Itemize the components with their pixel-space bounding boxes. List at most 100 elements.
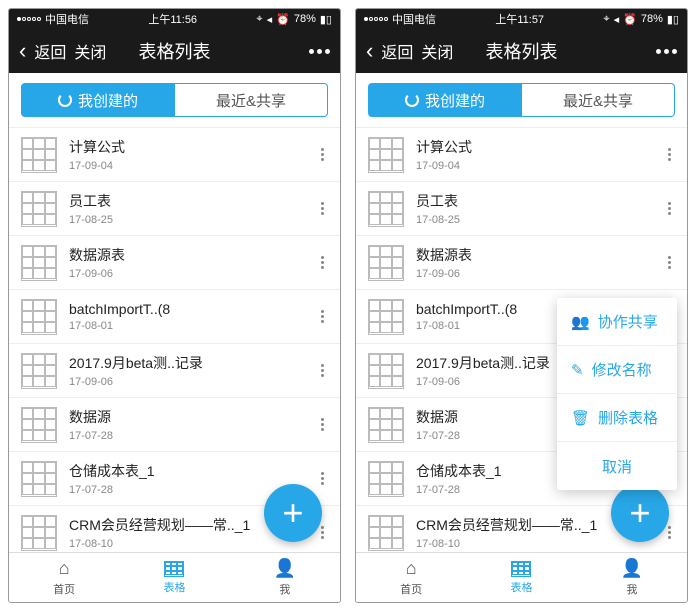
item-title: 数据源 (69, 407, 305, 427)
tab-my-created[interactable]: 我创建的 (368, 83, 522, 117)
close-button[interactable]: 关闭 (421, 39, 453, 63)
status-right: ⌖ ◂ ⏰ 78% ▮▯ (256, 13, 332, 26)
tab-tables[interactable]: 表格 (466, 553, 576, 602)
popup-label: 删除表格 (598, 407, 658, 428)
list-item[interactable]: 数据源 17-07-28 (9, 398, 340, 452)
table-icon (368, 407, 404, 443)
tab-recent-shared[interactable]: 最近&共享 (522, 83, 675, 117)
item-more-icon[interactable] (664, 252, 675, 273)
status-left: 中国电信 (17, 11, 89, 27)
item-more-icon[interactable] (317, 306, 328, 327)
table-icon (21, 461, 57, 497)
popup-item[interactable]: 取消 (557, 442, 677, 490)
home-icon: ⌂ (406, 558, 417, 579)
list-item[interactable]: 计算公式17-09-04 (356, 128, 687, 182)
item-more-icon[interactable] (317, 198, 328, 219)
clock: 上午11:56 (148, 11, 197, 27)
bottom-bar: ⌂ 首页 表格 👤 我 (9, 552, 340, 602)
bottom-bar: ⌂ 首页 表格 👤 我 (356, 552, 687, 602)
tab-tables[interactable]: 表格 (119, 553, 229, 602)
item-more-icon[interactable] (317, 360, 328, 381)
table-icon (368, 137, 404, 173)
more-icon[interactable] (656, 49, 677, 54)
close-button[interactable]: 关闭 (74, 39, 106, 63)
item-date: 17-08-25 (69, 214, 305, 226)
location-icon: ⌖ (603, 13, 609, 26)
table-icon (21, 299, 57, 335)
popup-item[interactable]: 🗑 删除表格 (557, 394, 677, 442)
item-date: 17-09-04 (69, 160, 305, 172)
item-more-icon[interactable] (317, 144, 328, 165)
table-icon (21, 407, 57, 443)
list-item[interactable]: 数据源表 17-09-06 (9, 236, 340, 290)
alarm-icon: ⏰ (623, 13, 637, 26)
tab-me[interactable]: 👤 我 (577, 553, 687, 602)
item-more-icon[interactable] (664, 144, 675, 165)
item-title: 仓储成本表_1 (69, 461, 305, 481)
table-icon (368, 353, 404, 389)
location-icon: ⌖ (256, 13, 262, 26)
add-button[interactable]: + (611, 484, 669, 542)
table-icon (368, 299, 404, 335)
list-item[interactable]: batchImportT..(817-08-01 (9, 290, 340, 344)
table-icon (368, 245, 404, 281)
item-more-icon[interactable] (317, 414, 328, 435)
tab-home[interactable]: ⌂ 首页 (356, 553, 466, 602)
item-date: 17-09-06 (69, 268, 305, 280)
item-title: 数据源表 (69, 245, 305, 265)
phone-left: 中国电信 上午11:56 ⌖ ◂ ⏰ 78% ▮▯ ‹ 返回 关闭 表格列表 我… (8, 8, 341, 603)
battery-pct: 78% (641, 13, 663, 25)
item-more-icon[interactable] (317, 468, 328, 489)
nav-icon: ◂ (267, 13, 273, 26)
tab-recent-shared[interactable]: 最近&共享 (175, 83, 328, 117)
item-more-icon[interactable] (317, 252, 328, 273)
item-title: 数据源表 (416, 245, 652, 265)
table-icon (21, 515, 57, 551)
person-icon: 👤 (274, 558, 296, 579)
list-item[interactable]: 数据源表 17-09-06 (356, 236, 687, 290)
back-button[interactable]: 返回 (34, 39, 66, 63)
back-button[interactable]: 返回 (381, 39, 413, 63)
list-item[interactable]: 员工表 17-08-25 (9, 182, 340, 236)
home-icon: ⌂ (59, 558, 70, 579)
popup-icon: 🗑 (571, 409, 590, 427)
nav-bar: ‹ 返回 关闭 表格列表 (9, 29, 340, 73)
status-bar: 中国电信 上午11:56 ⌖ ◂ ⏰ 78% ▮▯ (9, 9, 340, 29)
add-button[interactable]: + (264, 484, 322, 542)
list-item[interactable]: 员工表 17-08-25 (356, 182, 687, 236)
tabs: 我创建的 最近&共享 (356, 73, 687, 128)
battery-icon: ▮▯ (320, 13, 332, 26)
popup-item[interactable]: 👥协作共享 (557, 298, 677, 346)
table-icon (368, 191, 404, 227)
more-icon[interactable] (309, 49, 330, 54)
item-date: 17-09-06 (416, 268, 652, 280)
item-more-icon[interactable] (664, 198, 675, 219)
table-icon (21, 137, 57, 173)
item-date: 17-07-28 (69, 430, 305, 442)
person-icon: 👤 (621, 558, 643, 579)
item-title: 员工表 (416, 191, 652, 211)
item-date: 17-08-01 (69, 320, 305, 332)
back-icon[interactable]: ‹ (366, 38, 373, 64)
item-title: 员工表 (69, 191, 305, 211)
tab-home[interactable]: ⌂ 首页 (9, 553, 119, 602)
item-title: 计算公式 (416, 137, 652, 157)
clock: 上午11:57 (495, 11, 544, 27)
popup-icon: 👥 (571, 313, 590, 331)
table-icon (21, 191, 57, 227)
item-date: 17-08-25 (416, 214, 652, 226)
page-title: 表格列表 (486, 38, 558, 64)
list-item[interactable]: 2017.9月beta测..记录17-09-06 (9, 344, 340, 398)
battery-pct: 78% (294, 13, 316, 25)
carrier: 中国电信 (392, 11, 436, 27)
nav-bar: ‹ 返回 关闭 表格列表 (356, 29, 687, 73)
tab-my-created[interactable]: 我创建的 (21, 83, 175, 117)
item-title: 计算公式 (69, 137, 305, 157)
back-icon[interactable]: ‹ (19, 38, 26, 64)
item-date: 17-08-10 (69, 538, 305, 550)
nav-left: ‹ 返回 关闭 (19, 38, 106, 64)
popup-item[interactable]: ✎修改名称 (557, 346, 677, 394)
list-item[interactable]: 计算公式 17-09-04 (9, 128, 340, 182)
signal-icon (364, 17, 388, 21)
tab-me[interactable]: 👤 我 (230, 553, 340, 602)
